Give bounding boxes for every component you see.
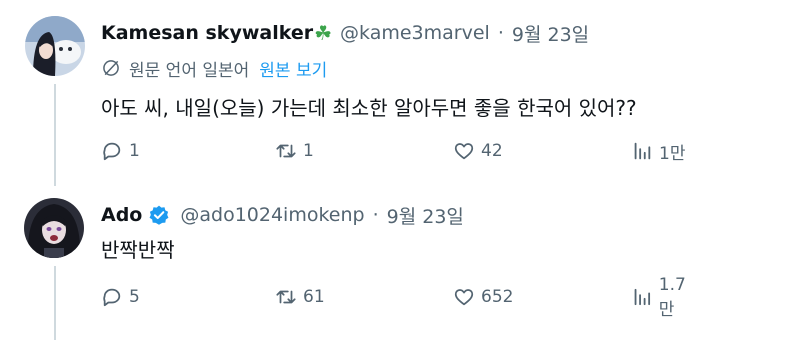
tweet-actions: 5 61 652 1.7만 <box>101 275 701 320</box>
retweet-icon <box>276 290 296 304</box>
like-button[interactable]: 42 <box>453 136 503 166</box>
translation-notice: 원문 언어 일본어 원본 보기 <box>101 55 327 81</box>
reply-icon <box>103 142 121 161</box>
shamrock-icon: ☘ <box>314 21 333 45</box>
author-handle[interactable]: @ado1024imokenp <box>180 204 364 226</box>
tweet-text: 아도 씨, 내일(오늘) 가는데 최소한 알아두면 좋을 한국어 있어?? <box>101 96 637 120</box>
heart-icon <box>454 289 474 306</box>
author-name[interactable]: Kamesan skywalker <box>101 22 313 44</box>
verified-badge-icon <box>149 205 169 225</box>
views-button[interactable]: 1만 <box>631 136 685 166</box>
reply-button[interactable]: 1 <box>101 136 140 166</box>
thread-line <box>54 84 56 186</box>
tweet-actions: 1 1 42 1만 <box>101 136 701 166</box>
views-count: 1.7만 <box>658 274 686 320</box>
author-handle[interactable]: @kame3marvel <box>340 22 490 44</box>
translated-from-label: 원문 언어 일본어 <box>129 60 250 81</box>
separator: · <box>372 204 379 226</box>
retweet-count: 61 <box>303 287 325 307</box>
avatar[interactable] <box>25 16 85 76</box>
like-count: 652 <box>481 287 514 307</box>
like-button[interactable]: 652 <box>453 282 513 312</box>
post-date[interactable]: 9월 23일 <box>512 20 589 47</box>
retweet-button[interactable]: 1 <box>275 136 314 166</box>
like-count: 42 <box>481 141 503 161</box>
separator: · <box>497 22 504 44</box>
retweet-count: 1 <box>303 141 314 161</box>
reply-icon <box>103 288 121 307</box>
avatar[interactable] <box>24 198 84 258</box>
retweet-button[interactable]: 61 <box>275 282 325 312</box>
post-date[interactable]: 9월 23일 <box>387 202 464 229</box>
globe-off-icon <box>103 60 119 76</box>
thread-line <box>54 266 56 340</box>
reply-count: 5 <box>129 287 140 307</box>
views-icon <box>634 288 651 306</box>
reply-count: 1 <box>129 141 140 161</box>
heart-icon <box>454 143 474 160</box>
views-icon <box>634 142 651 160</box>
views-button[interactable]: 1.7만 <box>631 275 701 320</box>
reply-button[interactable]: 5 <box>101 282 140 312</box>
tweet-text: 반짝반짝 <box>101 238 175 262</box>
retweet-icon <box>276 144 296 158</box>
views-count: 1만 <box>659 143 686 164</box>
author-name[interactable]: Ado <box>101 204 142 226</box>
show-original-link[interactable]: 원본 보기 <box>259 56 327 81</box>
